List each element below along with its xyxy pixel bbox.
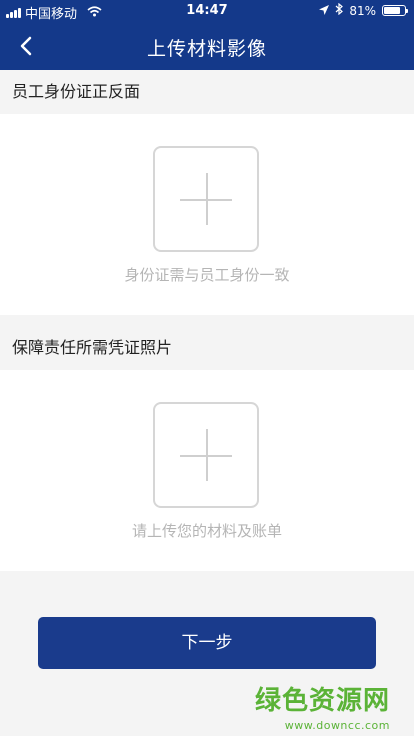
upload-proof-photos-button[interactable] bbox=[153, 402, 259, 508]
upload-panel-proof-photos: 请上传您的材料及账单 bbox=[0, 370, 414, 571]
next-step-button[interactable]: 下一步 bbox=[38, 617, 376, 669]
upload-id-card-button[interactable] bbox=[153, 146, 259, 252]
battery-fill bbox=[384, 7, 401, 14]
page-title: 上传材料影像 bbox=[146, 38, 267, 60]
location-icon bbox=[319, 4, 330, 18]
watermark-url: www.downcc.com bbox=[284, 719, 390, 732]
status-bar: 中国移动 14:47 81% bbox=[0, 0, 414, 22]
upload-hint-id-card: 身份证需与员工身份一致 bbox=[124, 266, 290, 284]
status-right: 81% bbox=[319, 2, 408, 18]
upload-hint-proof-photos: 请上传您的材料及账单 bbox=[131, 522, 282, 540]
nav-bar: 上传材料影像 bbox=[0, 22, 414, 70]
section-title-proof-photos: 保障责任所需凭证照片 bbox=[12, 338, 173, 357]
watermark: 绿色资源网 www.downcc.com bbox=[255, 680, 390, 732]
upload-panel-id-card: 身份证需与员工身份一致 bbox=[0, 114, 414, 315]
battery-icon bbox=[382, 5, 408, 16]
battery-percent: 81% bbox=[349, 3, 376, 18]
watermark-title: 绿色资源网 bbox=[254, 686, 390, 716]
bluetooth-icon bbox=[335, 2, 344, 18]
section-title-id-card: 员工身份证正反面 bbox=[12, 82, 141, 101]
header: 中国移动 14:47 81% 上传材料影像 bbox=[0, 0, 414, 70]
